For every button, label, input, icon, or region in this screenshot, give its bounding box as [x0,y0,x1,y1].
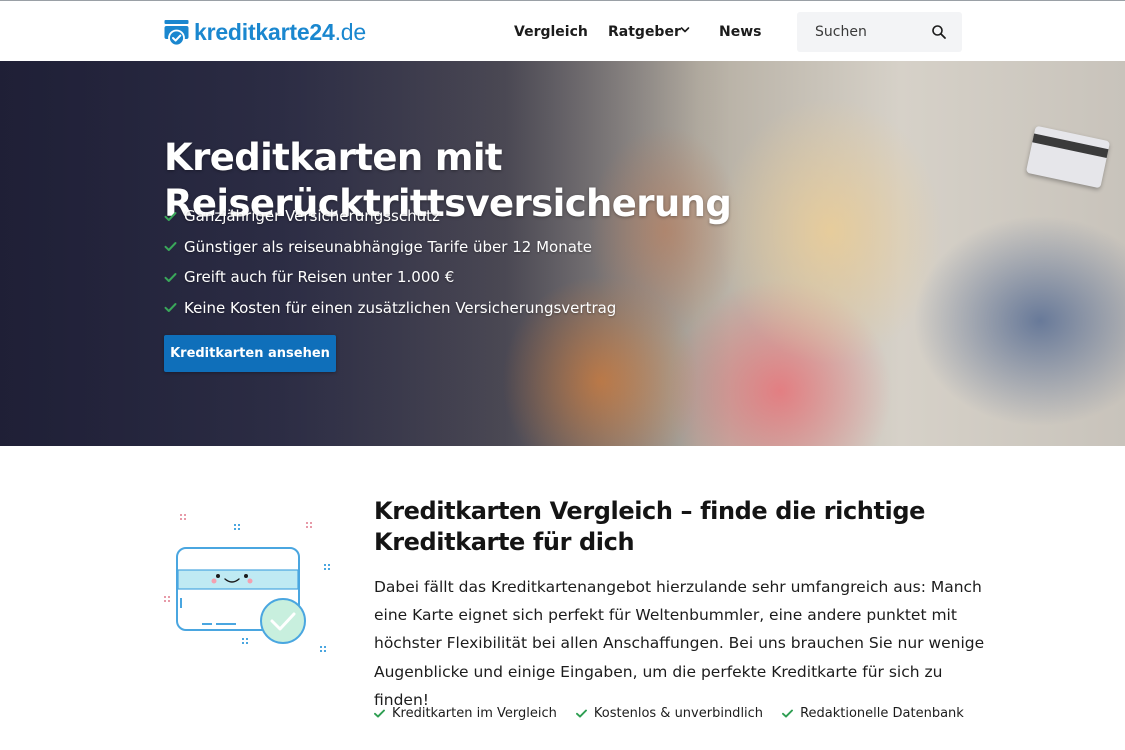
hero-bullet: Günstiger als reiseunabhängige Tarife üb… [164,232,616,263]
hero-bullet: Ganzjähriger Versicherungsschutz [164,201,616,232]
feature-text: Kreditkarten im Vergleich [392,706,557,721]
feature-item: Kostenlos & unverbindlich [575,706,764,721]
credit-card-illustration [164,514,330,652]
hero-bullet-text: Keine Kosten für einen zusätzlichen Vers… [184,298,617,317]
check-icon [164,272,177,282]
search-icon[interactable] [931,24,947,40]
check-icon [164,211,177,221]
view-credit-cards-button[interactable]: Kreditkarten ansehen [164,335,336,372]
logo-card-check-icon [164,19,189,46]
search-box [797,12,962,52]
hero-bullet-text: Ganzjähriger Versicherungsschutz [184,207,440,226]
nav-ratgeber[interactable]: Ratgeber [608,23,681,41]
feature-text: Kostenlos & unverbindlich [593,706,764,721]
nav-news[interactable]: News [719,23,761,41]
feature-list: Kreditkarten im Vergleich Kostenlos & un… [374,706,983,721]
check-icon [374,709,385,718]
site-header: kreditkarte24.de Vergleich Ratgeber News [0,1,1125,61]
hero-bullet-text: Greift auch für Reisen unter 1.000 € [184,268,455,287]
search-input[interactable] [815,22,925,42]
check-icon [575,709,587,718]
feature-item: Redaktionelle Datenbank [782,706,964,721]
section-title: Kreditkarten Vergleich – finde die richt… [374,497,926,556]
site-logo[interactable]: kreditkarte24.de [164,17,366,47]
hero-bullet-list: Ganzjähriger Versicherungsschutz Günstig… [164,201,616,323]
section-description: Dabei fällt das Kreditkartenangebot hier… [374,578,985,709]
check-icon [164,303,177,313]
logo-wordmark: kreditkarte24.de [194,19,366,46]
hero-bullet: Greift auch für Reisen unter 1.000 € [164,262,616,293]
logo-name: kreditkarte24 [194,18,335,45]
hero-banner: Kreditkarten mit Reiserücktrittsversiche… [0,61,1125,446]
nav-vergleich[interactable]: Vergleich [514,23,588,41]
hero-bullet: Keine Kosten für einen zusätzlichen Vers… [164,293,616,324]
feature-text: Redaktionelle Datenbank [800,706,964,721]
chevron-down-icon[interactable] [680,25,690,35]
hero-bullet-text: Günstiger als reiseunabhängige Tarife üb… [184,237,593,256]
feature-item: Kreditkarten im Vergleich [374,706,557,721]
check-icon [164,242,177,252]
logo-tld: .de [334,18,367,45]
check-icon [782,709,794,718]
